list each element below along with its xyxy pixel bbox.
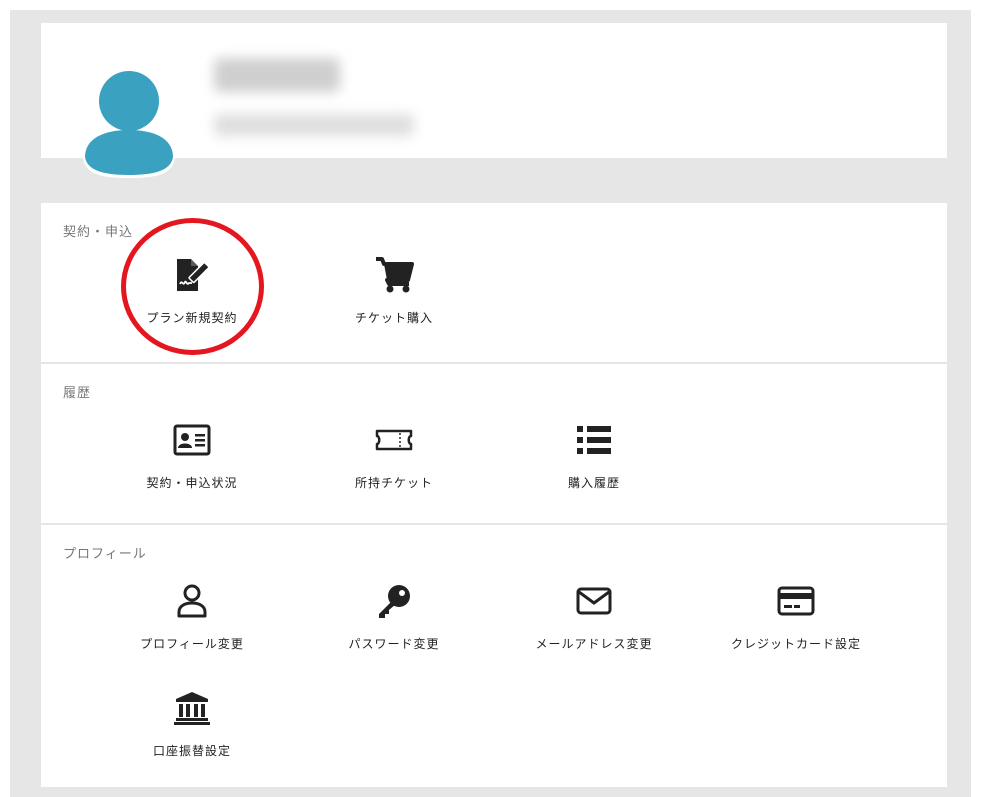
bank-icon [172, 688, 212, 728]
menu-profile-edit[interactable]: プロフィール変更 [107, 581, 277, 661]
menu-password-change[interactable]: パスワード変更 [309, 581, 479, 661]
menu-contract-status-label: 契約・申込状況 [146, 476, 238, 490]
section-contract: 契約・申込 プラン新規契約 チケット購入 [41, 203, 947, 362]
contract-sign-icon [172, 255, 212, 295]
user-name-redacted [214, 58, 340, 92]
list-icon [574, 420, 614, 460]
section-title-contract: 契約・申込 [63, 225, 134, 240]
envelope-icon [574, 581, 614, 621]
section-title-history: 履歴 [63, 386, 92, 401]
menu-ticket-purchase-label: チケット購入 [354, 311, 433, 325]
avatar [79, 67, 180, 180]
menu-credit-card-settings[interactable]: クレジットカード設定 [711, 581, 881, 661]
menu-ticket-purchase[interactable]: チケット購入 [309, 255, 479, 335]
menu-email-change-label: メールアドレス変更 [535, 637, 653, 651]
shopping-cart-icon [374, 255, 414, 295]
id-card-icon [172, 420, 212, 460]
menu-purchase-history-label: 購入履歴 [567, 476, 620, 490]
section-profile: プロフィール プロフィール変更 パスワード変更 メールアドレス変更 クレジットカ… [41, 525, 947, 787]
menu-bank-transfer-settings-label: 口座振替設定 [152, 744, 231, 758]
menu-bank-transfer-settings[interactable]: 口座振替設定 [107, 688, 277, 768]
menu-password-change-label: パスワード変更 [348, 637, 440, 651]
menu-credit-card-settings-label: クレジットカード設定 [730, 637, 861, 651]
menu-owned-tickets[interactable]: 所持チケット [309, 420, 479, 500]
credit-card-icon [776, 581, 816, 621]
section-history: 履歴 契約・申込状況 所持チケット 購入履歴 [41, 364, 947, 523]
menu-plan-contract[interactable]: プラン新規契約 [107, 255, 277, 335]
menu-contract-status[interactable]: 契約・申込状況 [107, 420, 277, 500]
menu-purchase-history[interactable]: 購入履歴 [509, 420, 679, 500]
menu-plan-contract-label: プラン新規契約 [146, 311, 238, 325]
ticket-icon [374, 420, 414, 460]
menu-email-change[interactable]: メールアドレス変更 [509, 581, 679, 661]
user-email-redacted [214, 114, 414, 136]
key-icon [374, 581, 414, 621]
section-title-profile: プロフィール [63, 547, 147, 562]
menu-profile-edit-label: プロフィール変更 [140, 637, 244, 651]
user-icon [172, 581, 212, 621]
menu-owned-tickets-label: 所持チケット [354, 476, 433, 490]
